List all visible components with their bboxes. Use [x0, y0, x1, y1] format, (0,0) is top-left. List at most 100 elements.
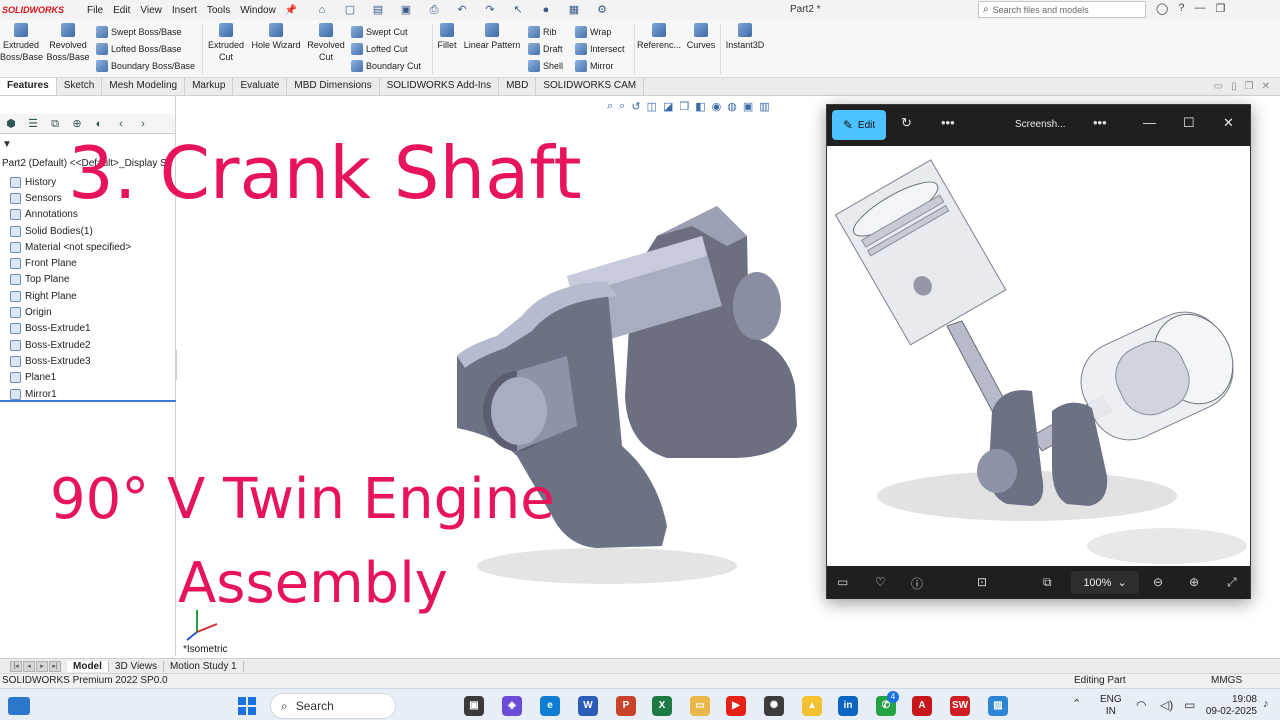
crop-selection-icon[interactable]: ⊡ [977, 575, 987, 589]
fullscreen-icon[interactable]: ⤢ [1227, 575, 1237, 590]
rotate-icon[interactable]: ↻ [901, 115, 912, 131]
menu-view[interactable]: View [135, 5, 167, 16]
volume-icon[interactable]: ◁) [1160, 698, 1173, 712]
tree-item-boss-extrude1[interactable]: Boss-Extrude1 [10, 321, 131, 337]
next-tab-arrow-icon[interactable]: ▸ [36, 660, 48, 672]
input-language[interactable]: ENG IN [1100, 694, 1122, 718]
unit-system[interactable]: MMGS [1211, 675, 1242, 686]
menu-insert[interactable]: Insert [167, 5, 202, 16]
rebuild-icon[interactable]: ▦ [562, 2, 586, 18]
word-icon[interactable]: W [578, 696, 598, 716]
taskbar-clock[interactable]: 19:08 09-02-2025 [1203, 694, 1257, 718]
configuration-manager-tab-icon[interactable]: ⧉ [46, 116, 64, 132]
tab-markup[interactable]: Markup [185, 78, 234, 95]
copilot-icon[interactable]: ◈ [502, 696, 522, 716]
home-icon[interactable]: ⌂ [310, 2, 334, 18]
tab-evaluate[interactable]: Evaluate [233, 78, 288, 95]
tab-motion-study-1[interactable]: Motion Study 1 [164, 660, 244, 672]
tree-item-right-plane[interactable]: Right Plane [10, 288, 131, 304]
menu-file[interactable]: File [82, 5, 108, 16]
apply-scene-icon[interactable]: ▣ [743, 100, 753, 113]
tab-sketch[interactable]: Sketch [57, 78, 103, 95]
save-icon[interactable]: ▣ [394, 2, 418, 18]
search-input[interactable]: ⌕ Search files and models [978, 1, 1146, 18]
edit-appearance-icon[interactable]: ◍ [727, 100, 737, 113]
redo-icon[interactable]: ↷ [478, 2, 502, 18]
options-gear-icon[interactable]: ⚙ [590, 2, 614, 18]
linkedin-icon[interactable]: in [838, 696, 858, 716]
select-arrow-icon[interactable]: ↖ [506, 2, 530, 18]
rib-button[interactable]: Rib [528, 26, 557, 38]
print-icon[interactable]: ⎙ [422, 2, 446, 18]
undo-icon[interactable]: ↶ [450, 2, 474, 18]
view-orientation-icon[interactable]: ❒ [679, 100, 689, 113]
previous-view-icon[interactable]: ↺ [631, 100, 640, 113]
battery-icon[interactable]: ▭ [1184, 698, 1195, 712]
dynamic-annotation-icon[interactable]: ◪ [663, 100, 673, 113]
previous-tab-arrow-icon[interactable]: ◂ [23, 660, 35, 672]
lofted-cut-button[interactable]: Lofted Cut [351, 43, 408, 55]
lofted-boss-button[interactable]: Lofted Boss/Base [96, 43, 182, 55]
dimxpert-tab-icon[interactable]: ⊕ [68, 116, 86, 132]
traffic-light-icon[interactable]: ● [534, 2, 558, 18]
task-view-icon[interactable]: ▣ [464, 696, 484, 716]
start-windows-icon[interactable] [238, 697, 256, 715]
open-folder-icon[interactable]: ▤ [366, 2, 390, 18]
view-settings-icon[interactable]: ▥ [759, 100, 769, 113]
tree-item-boss-extrude3[interactable]: Boss-Extrude3 [10, 353, 131, 369]
filter-icon[interactable]: ▼ [2, 139, 12, 150]
window-close-icon[interactable]: ✕ [1223, 115, 1234, 131]
excel-icon[interactable]: X [652, 696, 672, 716]
feature-tree-tab-icon[interactable]: ⬢ [2, 116, 20, 132]
file-explorer-icon[interactable]: ▭ [690, 696, 710, 716]
help-icon[interactable]: ? [1178, 2, 1184, 15]
tray-overflow-chevron-icon[interactable]: ⌃ [1072, 697, 1081, 710]
extruded-cut-button[interactable]: Extruded Cut [205, 20, 247, 63]
tree-item-material[interactable]: Material <not specified> [10, 239, 131, 255]
shell-button[interactable]: Shell [528, 60, 563, 72]
display-manager-tab-icon[interactable]: ◐ [90, 116, 108, 132]
rollback-bar[interactable] [0, 400, 176, 402]
panel-split-icon[interactable]: ▯ [1231, 81, 1237, 92]
fit-to-window-icon[interactable]: ⧉ [1043, 575, 1052, 590]
swept-cut-button[interactable]: Swept Cut [351, 26, 408, 38]
title-more-icon[interactable]: ••• [1093, 115, 1107, 130]
more-options-icon[interactable]: ••• [941, 115, 955, 130]
edit-image-button[interactable]: ✎ Edit [832, 110, 886, 140]
intersect-button[interactable]: Intersect [575, 43, 625, 55]
crankshaft-3d-model[interactable] [457, 196, 837, 616]
boundary-boss-button[interactable]: Boundary Boss/Base [96, 60, 195, 72]
acrobat-icon[interactable]: A [912, 696, 932, 716]
powerpoint-icon[interactable]: P [616, 696, 636, 716]
notification-bell-icon[interactable]: ♪ [1263, 698, 1269, 710]
tab-solidworks-cam[interactable]: SOLIDWORKS CAM [536, 78, 645, 95]
tab-model[interactable]: Model [67, 660, 109, 672]
display-style-icon[interactable]: ◧ [695, 100, 705, 113]
menu-edit[interactable]: Edit [108, 5, 135, 16]
edge-browser-icon[interactable]: e [540, 696, 560, 716]
filmstrip-icon[interactable]: ▭ [837, 575, 848, 589]
favorite-heart-icon[interactable]: ♡ [875, 575, 886, 589]
draft-button[interactable]: Draft [528, 43, 563, 55]
zoom-out-icon[interactable]: ⊖ [1153, 575, 1163, 589]
mirror-button[interactable]: Mirror [575, 60, 614, 72]
revolved-cut-button[interactable]: Revolved Cut [305, 20, 347, 63]
google-drive-icon[interactable]: ▲ [802, 696, 822, 716]
window-minimize-icon[interactable]: — [1143, 115, 1156, 130]
tab-mesh-modeling[interactable]: Mesh Modeling [102, 78, 186, 95]
tree-item-top-plane[interactable]: Top Plane [10, 272, 131, 288]
section-view-icon[interactable]: ◫ [647, 100, 657, 113]
new-document-icon[interactable]: ▢ [338, 2, 362, 18]
youtube-icon[interactable]: ▶ [726, 696, 746, 716]
boundary-cut-button[interactable]: Boundary Cut [351, 60, 421, 72]
reference-geometry-button[interactable]: Referenc... [636, 20, 682, 51]
first-tab-arrow-icon[interactable]: |◂ [10, 660, 22, 672]
widgets-icon[interactable] [8, 697, 30, 715]
tab-scroll-right-icon[interactable]: › [134, 116, 152, 132]
zoom-in-icon[interactable]: ⊕ [1189, 575, 1199, 589]
minimize-icon[interactable]: — [1194, 2, 1205, 15]
menu-tools[interactable]: Tools [202, 5, 235, 16]
instant3d-button[interactable]: Instant3D [722, 20, 768, 51]
tree-item-plane1[interactable]: Plane1 [10, 370, 131, 386]
tab-features[interactable]: Features [0, 78, 57, 95]
